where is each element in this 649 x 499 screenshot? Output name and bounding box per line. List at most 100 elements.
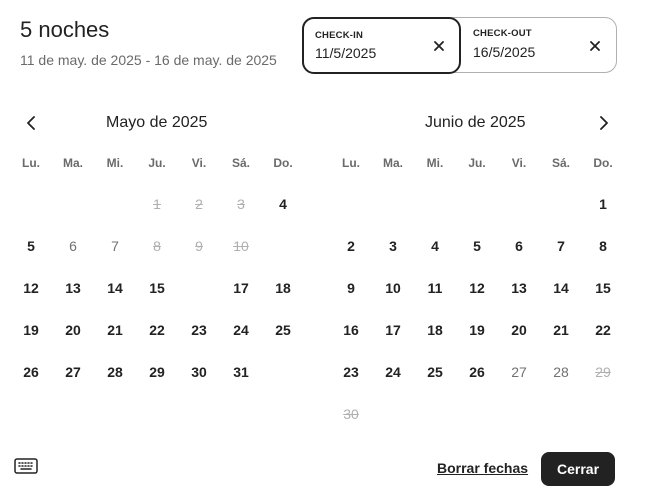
calendar-day[interactable]: 8 [582, 225, 624, 267]
calendar-day[interactable]: 4 [414, 225, 456, 267]
calendar-day: 29 [595, 364, 611, 380]
calendar-day[interactable]: 11 [414, 267, 456, 309]
calendar-day[interactable]: 20 [498, 309, 540, 351]
checkin-label: CHECK-IN [315, 30, 364, 41]
calendar-day[interactable]: 15 [136, 267, 178, 309]
calendar-day[interactable]: 24 [220, 309, 262, 351]
calendar-day[interactable]: 24 [372, 351, 414, 393]
calendar-day-checkin[interactable]: 11 [262, 225, 304, 267]
calendar-day[interactable]: 30 [178, 351, 220, 393]
weekday-label: Ma. [382, 156, 403, 170]
calendar-day[interactable]: 14 [540, 267, 582, 309]
month-title-june: Junio de 2025 [425, 114, 526, 131]
weekday-label: Vi. [511, 156, 527, 170]
weekday-label: Do. [593, 156, 613, 170]
calendar-day[interactable]: 28 [540, 351, 582, 393]
weekday-label: Lu. [342, 156, 360, 170]
keyboard-shortcuts-button[interactable] [14, 457, 38, 475]
calendar-day[interactable]: 18 [262, 267, 304, 309]
calendar-day[interactable]: 23 [178, 309, 220, 351]
calendar-day[interactable]: 17 [372, 309, 414, 351]
checkout-value[interactable]: 16/5/2025 [473, 44, 535, 60]
calendar-day-checkout[interactable]: 16 [178, 267, 220, 309]
calendar-day[interactable]: 6 [498, 225, 540, 267]
calendar-day[interactable]: 12 [456, 267, 498, 309]
calendar-day[interactable]: 2 [330, 225, 372, 267]
nights-title: 5 noches [20, 17, 110, 42]
calendar-day[interactable]: 21 [540, 309, 582, 351]
calendar-day[interactable]: 19 [456, 309, 498, 351]
calendar-day: 10 [233, 238, 249, 254]
weekday-label: Lu. [22, 156, 40, 170]
calendar-day: 30 [343, 406, 359, 422]
calendar-day[interactable]: 14 [94, 267, 136, 309]
clear-checkin-button[interactable] [429, 36, 449, 56]
calendar-day[interactable]: 7 [94, 225, 136, 267]
calendar-day[interactable]: 21 [94, 309, 136, 351]
calendar-day[interactable]: 25 [262, 309, 304, 351]
calendar-day: 1 [153, 196, 161, 212]
calendar-day[interactable]: 15 [582, 267, 624, 309]
calendar-day[interactable]: 31 [220, 351, 262, 393]
calendar-day[interactable]: 25 [414, 351, 456, 393]
clear-checkout-button[interactable] [585, 36, 605, 56]
clear-dates-link[interactable]: Borrar fechas [437, 460, 528, 476]
checkin-field[interactable]: CHECK-IN 11/5/2025 [302, 17, 461, 74]
weekday-label: Sá. [231, 156, 250, 170]
weekday-label: Mi. [106, 156, 124, 170]
date-range-subtitle: 11 de may. de 2025 - 16 de may. de 2025 [20, 52, 277, 68]
next-month-button[interactable] [592, 111, 616, 135]
calendar-day[interactable]: 16 [330, 309, 372, 351]
weekday-header: Lu. Ma. Mi. Ju. Vi. Sá. Do. [330, 150, 624, 178]
weekday-label: Mi. [426, 156, 444, 170]
calendar-day[interactable]: 17 [220, 267, 262, 309]
calendar-day: 3 [237, 196, 245, 212]
calendar-day[interactable]: 7 [540, 225, 582, 267]
calendar-day: 9 [195, 238, 203, 254]
checkout-label: CHECK-OUT [473, 28, 532, 39]
weekday-label: Ju. [148, 156, 166, 170]
calendar-day[interactable]: 22 [136, 309, 178, 351]
calendar-day: 2 [195, 196, 203, 212]
calendar-day[interactable]: 26 [10, 351, 52, 393]
chevron-right-icon [600, 116, 608, 130]
calendar-day[interactable]: 22 [582, 309, 624, 351]
checkout-field[interactable]: CHECK-OUT 16/5/2025 [461, 18, 617, 74]
weekday-header: Lu. Ma. Mi. Ju. Vi. Sá. Do. [10, 150, 304, 178]
calendar-day[interactable]: 13 [498, 267, 540, 309]
keyboard-icon [14, 458, 38, 474]
weekday-label: Do. [273, 156, 293, 170]
calendar-day: 8 [153, 238, 161, 254]
calendar-day[interactable]: 4 [262, 183, 304, 225]
weekday-label: Ma. [62, 156, 83, 170]
calendar-day[interactable]: 3 [372, 225, 414, 267]
checkin-value[interactable]: 11/5/2025 [315, 45, 376, 61]
calendar-day[interactable]: 29 [136, 351, 178, 393]
calendar-day[interactable]: 13 [52, 267, 94, 309]
close-icon [434, 41, 444, 51]
calendar-day[interactable]: 5 [10, 225, 52, 267]
month-title-may: Mayo de 2025 [106, 114, 208, 131]
calendar-day[interactable]: 23 [330, 351, 372, 393]
calendar-day[interactable]: 1 [582, 183, 624, 225]
chevron-left-icon [27, 116, 35, 130]
close-icon [590, 41, 600, 51]
calendar-day[interactable]: 27 [498, 351, 540, 393]
calendar-day[interactable]: 12 [10, 267, 52, 309]
calendar-day[interactable]: 5 [456, 225, 498, 267]
calendar-day[interactable]: 19 [10, 309, 52, 351]
weekday-label: Ju. [468, 156, 486, 170]
calendar-day[interactable]: 10 [372, 267, 414, 309]
weekday-label: Vi. [191, 156, 207, 170]
calendar-day[interactable]: 26 [456, 351, 498, 393]
calendar-day[interactable]: 18 [414, 309, 456, 351]
calendar-day[interactable]: 20 [52, 309, 94, 351]
calendar-day[interactable]: 27 [52, 351, 94, 393]
prev-month-button[interactable] [19, 111, 43, 135]
calendar-day[interactable]: 28 [94, 351, 136, 393]
weekday-label: Sá. [551, 156, 570, 170]
date-inputs: CHECK-IN 11/5/2025 CHECK-OUT 16/5/2025 [302, 17, 617, 74]
calendar-day[interactable]: 6 [52, 225, 94, 267]
close-button[interactable]: Cerrar [541, 452, 615, 486]
calendar-day[interactable]: 9 [330, 267, 372, 309]
